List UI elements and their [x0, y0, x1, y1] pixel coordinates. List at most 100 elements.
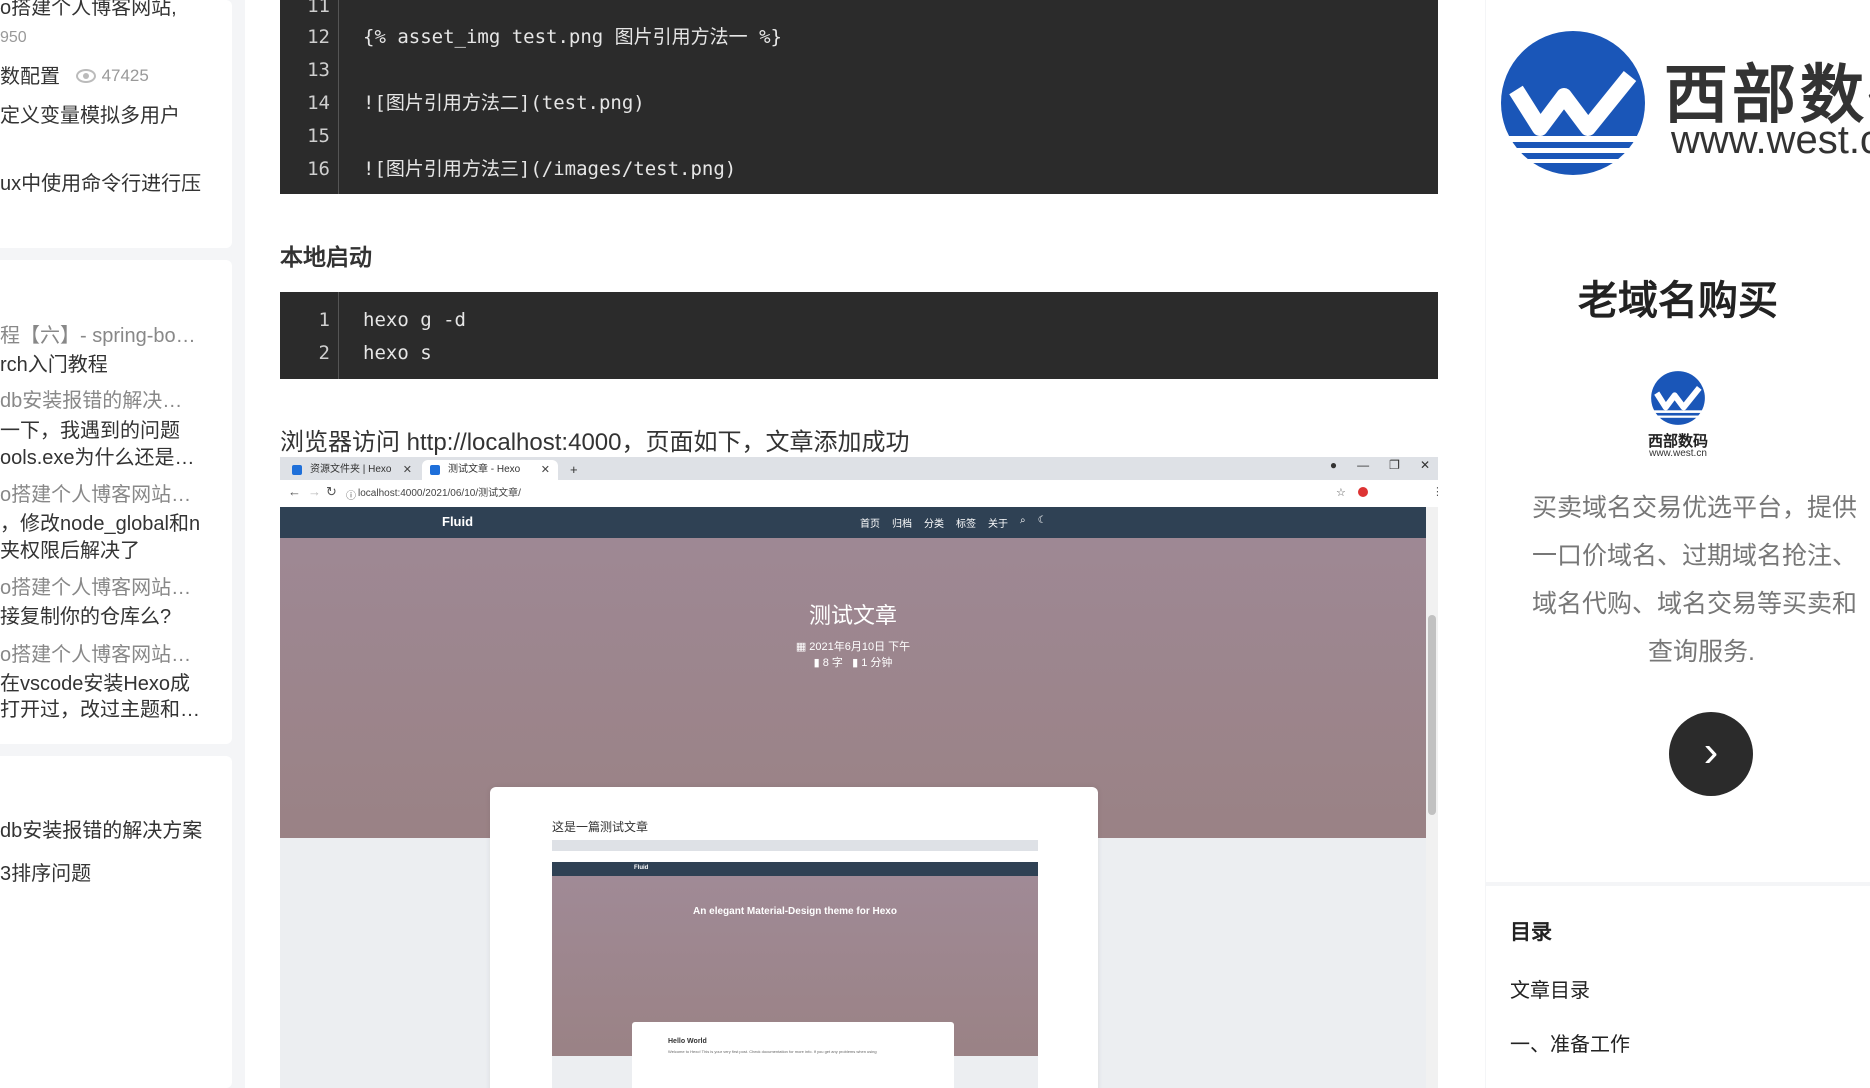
comment-post-title[interactable]: o搭建个人博客网站… [0, 483, 191, 507]
code-line: 16 ![图片引用方法三](/images/test.png) [280, 153, 1438, 186]
eye-icon [75, 69, 96, 83]
post-link[interactable]: 3排序问题 [0, 862, 91, 886]
post-views: 950 [0, 29, 27, 46]
nested-address-bar [552, 851, 1038, 862]
ad-desc-line: 查询服务. [1648, 638, 1755, 666]
comment-text[interactable]: ，修改node_global和n [0, 512, 200, 536]
nested-screenshot: Fluid An elegant Material-Design theme f… [552, 840, 1038, 1088]
post-link[interactable]: db安装报错的解决方案 [0, 819, 202, 843]
nested-card-text: Welcome to Hexo! This is your very first… [668, 1049, 877, 1054]
line-number: 11 [307, 0, 330, 17]
menu-icon: ⋮ [1432, 486, 1438, 498]
ad-title: 老域名购买 [1578, 279, 1778, 323]
code-line: 13 [280, 54, 1438, 87]
scroll-thumb [1428, 615, 1436, 815]
line-number: 16 [307, 158, 330, 180]
ad-small-url: www.west.cn [1649, 448, 1707, 459]
brand-url: www.west.cn [1671, 118, 1870, 162]
ad-description: 买卖域名交易优选平台，提供 一口价域名、过期域名抢注、 域名代购、域名交易等买卖… [1532, 484, 1870, 676]
comment-post-title[interactable]: db安装报错的解决… [0, 389, 182, 413]
toc-panel: 目录 文章目录 一、准备工作 [1486, 886, 1870, 1088]
recent-posts-card: o搭建个人博客网站, 950 数配置 47425 定义变量模拟多用户 ux中使用… [0, 0, 232, 248]
comment-text[interactable]: ools.exe为什么还是… [0, 446, 195, 470]
toc-item[interactable]: 文章目录 [1510, 974, 1590, 1003]
menu-archive: 归档 [892, 519, 912, 530]
related-card: db安装报错的解决方案 3排序问题 [0, 756, 232, 1088]
code-text: ![图片引用方法三](/images/test.png) [363, 158, 737, 180]
comment-text[interactable]: 在vscode安装Hexo成 [0, 672, 190, 696]
code-text: hexo g -d [363, 309, 466, 331]
views-count: 47425 [101, 66, 149, 85]
nested-card: Hello World Welcome to Hexo! This is you… [632, 1022, 954, 1088]
code-line: 1 hexo g -d [280, 304, 1438, 337]
west-logo-small-icon [1651, 371, 1705, 425]
comment-text[interactable]: 一下，我遇到的问题 [0, 419, 180, 443]
browser-tab: 资源文件夹 | Hexo ✕ [284, 460, 420, 480]
nested-tabbar [552, 840, 1038, 851]
clock-icon: ▮ [852, 657, 862, 669]
fluid-navbar: Fluid 首页 归档 分类 标签 关于 ⌕ ☾ [280, 507, 1426, 538]
views-counter: 47425 [75, 64, 149, 88]
ad-desc-line: 域名代购、域名交易等买卖和 [1532, 590, 1858, 618]
profile-icon: ● [1329, 458, 1338, 472]
star-icon: ☆ [1336, 487, 1346, 499]
address-bar: ← → ↻ ⓘ localhost:4000/2021/06/10/测试文章/ … [280, 480, 1438, 508]
post-card: 这是一篇测试文章 Fluid An elegant Material-Desig… [490, 787, 1098, 1088]
code-line: 15 [280, 120, 1438, 153]
code-block: 1 hexo g -d 2 hexo s [280, 292, 1438, 379]
recent-comments-card: 程【六】- spring-bo… rch入门教程 db安装报错的解决… 一下，我… [0, 260, 232, 744]
line-number: 12 [307, 26, 330, 48]
comment-text[interactable]: 接复制你的仓库么? [0, 605, 171, 629]
comment-text[interactable]: 夹权限后解决了 [0, 539, 140, 563]
post-link[interactable]: 数配置 47425 [0, 64, 149, 89]
comment-post-title[interactable]: o搭建个人博客网站… [0, 643, 191, 667]
post-title[interactable]: 数配置 [0, 66, 60, 88]
post-link[interactable]: ux中使用命令行进行压 [0, 172, 201, 196]
article-image[interactable]: 资源文件夹 | Hexo ✕ 测试文章 - Hexo ✕ + ● — ❐ ✕ ←… [280, 457, 1438, 1088]
code-text: ![图片引用方法二](test.png) [363, 92, 645, 114]
comment-post-title[interactable]: 程【六】- spring-bo… [0, 324, 196, 348]
comment-text[interactable]: 打开过，改过主题和… [0, 698, 200, 722]
new-tab-icon: + [570, 462, 578, 477]
close-icon: ✕ [402, 464, 412, 476]
ad-desc-line: 一口价域名、过期域名抢注、 [1532, 542, 1858, 570]
back-icon: ← [288, 484, 301, 499]
comment-post-title[interactable]: o搭建个人博客网站… [0, 576, 191, 600]
post-link[interactable]: 定义变量模拟多用户 [0, 104, 180, 128]
url-text: localhost:4000/2021/06/10/测试文章/ [358, 488, 521, 499]
search-icon: ⌕ [1020, 515, 1026, 526]
moon-icon: ☾ [1037, 515, 1047, 526]
code-line: 2 hexo s [280, 337, 1438, 370]
nested-navbar: Fluid [552, 862, 1038, 876]
post-body-text: 这是一篇测试文章 [552, 820, 649, 834]
chevron-right-icon: › [1703, 727, 1719, 776]
read-time: 1 分钟 [861, 657, 893, 669]
code-block: 11 12 {% asset_img test.png 图片引用方法一 %} 13… [280, 0, 1438, 194]
article-paragraph: 浏览器访问 http://localhost:4000，页面如下，文章添加成功 [280, 429, 910, 456]
article-content: 11 12 {% asset_img test.png 图片引用方法一 %} 13… [245, 0, 1485, 1088]
comment-text[interactable]: rch入门教程 [0, 353, 108, 377]
ad-panel[interactable]: 西部数码 www.west.cn 老域名购买 西部数码 www.west.cn … [1486, 0, 1870, 882]
section-heading: 本地启动 [280, 244, 372, 270]
chart-icon: ▮ [813, 657, 823, 669]
minimize-icon: — [1357, 458, 1370, 472]
fluid-menu: 首页 归档 分类 标签 关于 ⌕ ☾ [860, 515, 1047, 530]
window-controls: ● — ❐ ✕ [1330, 458, 1430, 472]
close-icon: ✕ [540, 464, 550, 476]
line-number: 2 [318, 342, 330, 364]
scrollbar [1426, 507, 1438, 1088]
nested-brand: Fluid [634, 865, 649, 871]
menu-tags: 标签 [956, 519, 976, 530]
post-link[interactable]: o搭建个人博客网站, [0, 0, 177, 20]
extension-icon [1358, 487, 1368, 497]
close-icon: ✕ [1419, 458, 1430, 472]
ad-next-button[interactable]: › [1669, 712, 1753, 796]
post-stats: ▮ 8 字 ▮ 1 分钟 [280, 654, 1426, 670]
line-number: 14 [307, 92, 330, 114]
info-icon: ⓘ [346, 491, 356, 502]
code-text: hexo s [363, 342, 432, 364]
code-line: 14 ![图片引用方法二](test.png) [280, 87, 1438, 120]
menu-home: 首页 [860, 519, 880, 530]
toc-item[interactable]: 一、准备工作 [1510, 1028, 1630, 1057]
maximize-icon: ❐ [1389, 458, 1400, 472]
